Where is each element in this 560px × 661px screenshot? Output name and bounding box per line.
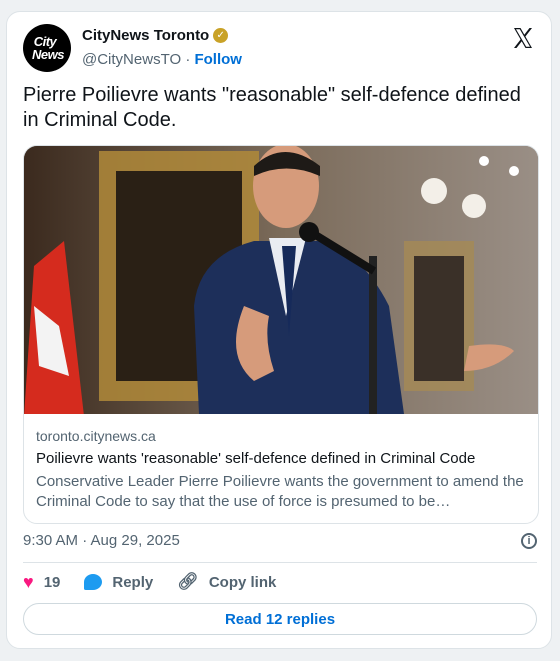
- name-row: CityNews Toronto ✓: [82, 27, 229, 44]
- divider: [23, 562, 537, 563]
- tweet-card: City News CityNews Toronto ✓ @CityNewsTO…: [6, 11, 552, 649]
- reply-button[interactable]: Reply: [84, 574, 153, 591]
- link-title: Poilievre wants 'reasonable' self-defenc…: [36, 450, 476, 467]
- avatar[interactable]: City News: [23, 24, 71, 72]
- reply-bubble-icon: [84, 574, 103, 590]
- timestamp[interactable]: 9:30 AM · Aug 29, 2025: [23, 532, 180, 549]
- follow-button[interactable]: Follow: [194, 51, 242, 68]
- reply-label: Reply: [112, 573, 154, 591]
- x-logo-icon[interactable]: [511, 26, 535, 50]
- action-bar: ♥ 19 Reply 🔗︎ Copy link: [23, 572, 300, 592]
- copy-link-label: Copy link: [208, 573, 277, 591]
- avatar-logo-text-2: News: [32, 47, 64, 62]
- verified-badge-icon: ✓: [213, 28, 229, 43]
- link-description: Conservative Leader Pierre Poilievre wan…: [36, 473, 524, 510]
- like-button[interactable]: ♥ 19: [23, 572, 60, 593]
- link-icon: 🔗︎: [177, 572, 199, 591]
- link-meta: toronto.citynews.ca Poilievre wants 'rea…: [24, 414, 538, 512]
- info-icon[interactable]: i: [521, 532, 537, 549]
- link-preview-card[interactable]: toronto.citynews.ca Poilievre wants 'rea…: [23, 145, 539, 524]
- display-name[interactable]: CityNews Toronto: [82, 27, 209, 44]
- handle[interactable]: @CityNewsTO: [82, 51, 181, 68]
- copy-link-button[interactable]: 🔗︎ Copy link: [177, 572, 276, 592]
- like-count: 19: [43, 573, 61, 591]
- read-replies-button[interactable]: Read 12 replies: [23, 603, 537, 635]
- separator: ·: [185, 51, 191, 68]
- article-photo[interactable]: [24, 146, 538, 414]
- link-domain: toronto.citynews.ca: [36, 428, 156, 444]
- heart-icon: ♥: [23, 571, 34, 592]
- handle-row: @CityNewsTO · Follow: [82, 51, 242, 68]
- timestamp-row: 9:30 AM · Aug 29, 2025 i: [23, 532, 537, 549]
- tweet-text: Pierre Poilievre wants "reasonable" self…: [23, 84, 521, 131]
